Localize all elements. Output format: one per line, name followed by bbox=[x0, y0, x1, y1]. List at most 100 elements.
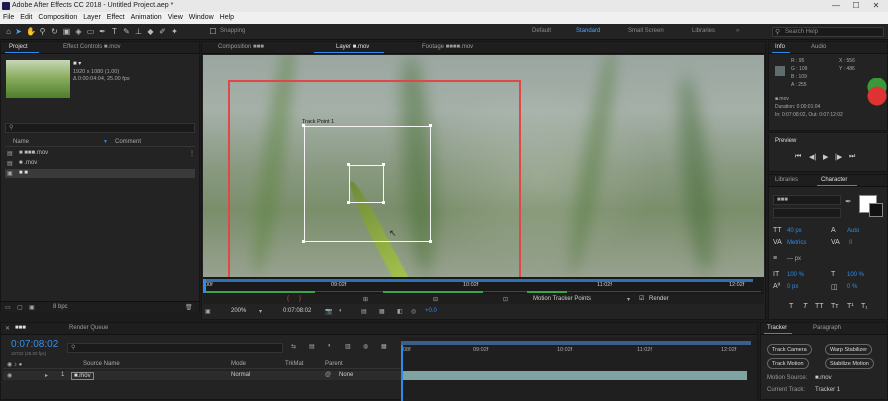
close-tab-icon[interactable]: ✕ bbox=[5, 325, 10, 332]
pen-tool-icon[interactable]: ✒ bbox=[98, 27, 107, 37]
vertical-scale-value[interactable]: 100 % bbox=[787, 272, 804, 278]
workspace-libraries[interactable]: Libraries bbox=[692, 28, 715, 34]
roto-tool-icon[interactable]: ✐ bbox=[158, 27, 167, 37]
list-item[interactable]: ▣ ■ ■ bbox=[5, 169, 195, 178]
in-point-icon[interactable]: { bbox=[287, 296, 289, 302]
style-subscript-button[interactable]: T₁ bbox=[861, 303, 868, 310]
tab-audio[interactable]: Audio bbox=[811, 44, 826, 50]
flowchart-icon[interactable]: ⋮ bbox=[189, 150, 195, 157]
style-allcaps-button[interactable]: TT bbox=[815, 303, 824, 310]
stabilize-motion-button[interactable]: Stabilize Motion bbox=[825, 358, 874, 369]
motion-source-select[interactable]: ■.mov bbox=[815, 375, 832, 381]
stroke-width-value[interactable]: — px bbox=[787, 256, 801, 262]
region-handle[interactable] bbox=[382, 201, 385, 204]
kerning-value[interactable]: Metrics bbox=[787, 240, 806, 246]
tab-composition[interactable]: Composition ■■■ bbox=[218, 44, 264, 50]
tracking-value[interactable]: 0 bbox=[849, 240, 852, 246]
column-mode[interactable]: Mode bbox=[231, 361, 246, 367]
menu-layer[interactable]: Layer bbox=[83, 12, 101, 24]
delete-icon[interactable]: 🗑 bbox=[185, 304, 193, 311]
exposure-value[interactable]: +0.0 bbox=[425, 308, 437, 314]
list-item[interactable]: ▤ ■ .mov bbox=[5, 159, 195, 168]
motion-blur-icon[interactable]: ◍ bbox=[363, 343, 368, 350]
workspace-default[interactable]: Default bbox=[532, 28, 551, 34]
timeline-timecode[interactable]: 0:07:08:02 bbox=[11, 339, 58, 350]
next-frame-icon[interactable]: |▶ bbox=[835, 153, 842, 161]
project-item-name[interactable]: ■ ▾ bbox=[73, 60, 81, 67]
track-camera-button[interactable]: Track Camera bbox=[767, 344, 812, 355]
snapping-checkbox[interactable]: ☐ bbox=[208, 27, 218, 37]
parent-pickwhip-icon[interactable]: @ bbox=[325, 372, 331, 378]
ripple-icon[interactable]: ⊞ bbox=[363, 296, 368, 303]
extract-icon[interactable]: ⊡ bbox=[503, 296, 508, 303]
home-icon[interactable]: ⌂ bbox=[4, 27, 13, 37]
timeline-graph[interactable]: 08f 09:02f 10:02f 11:02f 12:02f bbox=[401, 337, 757, 401]
rectangle-tool-icon[interactable]: ▭ bbox=[86, 27, 95, 37]
workspace-standard[interactable]: Standard bbox=[576, 28, 600, 34]
track-feature-region[interactable] bbox=[349, 165, 384, 203]
previous-frame-icon[interactable]: ◀| bbox=[809, 153, 816, 161]
column-comment[interactable]: Comment bbox=[115, 139, 141, 145]
eraser-tool-icon[interactable]: ◆ bbox=[146, 27, 155, 37]
tab-render-queue[interactable]: Render Queue bbox=[69, 325, 108, 331]
column-source-name[interactable]: Source Name bbox=[83, 361, 120, 367]
region-handle[interactable] bbox=[347, 201, 350, 204]
column-trkmat[interactable]: TrkMat bbox=[285, 361, 303, 367]
region-handle[interactable] bbox=[347, 163, 350, 166]
first-frame-icon[interactable]: ⏮ bbox=[795, 153, 801, 161]
baseline-value[interactable]: 0 px bbox=[787, 284, 798, 290]
bpc-label[interactable]: 8 bpc bbox=[53, 304, 68, 310]
show-snapshot-icon[interactable]: ◐ bbox=[339, 308, 343, 314]
new-comp-icon[interactable]: ▣ bbox=[29, 304, 35, 311]
new-folder-icon[interactable]: ▢ bbox=[17, 304, 23, 311]
layer-name[interactable]: ■.mov bbox=[71, 372, 94, 380]
tsume-value[interactable]: 0 % bbox=[847, 284, 857, 290]
snapshot-icon[interactable]: 📷 bbox=[325, 308, 332, 315]
last-frame-icon[interactable]: ⏭ bbox=[849, 153, 855, 161]
track-motion-button[interactable]: Track Motion bbox=[767, 358, 809, 369]
layer-viewer-canvas[interactable]: Track Point 1 ↖ bbox=[203, 55, 764, 277]
transparency-grid-icon[interactable]: ▦ bbox=[379, 308, 385, 315]
font-style-select[interactable] bbox=[773, 208, 841, 218]
layer-parent-select[interactable]: None bbox=[339, 372, 353, 378]
clone-tool-icon[interactable]: ⊥ bbox=[134, 27, 143, 37]
layer-duration-bar[interactable] bbox=[401, 371, 747, 380]
table-row[interactable]: ◉ ▸ 1 ■.mov Normal @ None bbox=[3, 371, 401, 380]
timeline-search-field[interactable]: ⚲ bbox=[67, 343, 283, 353]
frame-blending-icon[interactable]: ▥ bbox=[345, 343, 351, 350]
eyedropper-icon[interactable]: ✒ bbox=[845, 197, 852, 206]
interpret-footage-icon[interactable]: ▭ bbox=[5, 304, 11, 311]
rotate-tool-icon[interactable]: ↻ bbox=[50, 27, 59, 37]
menu-help[interactable]: Help bbox=[220, 12, 234, 24]
render-checkbox[interactable]: ☑ bbox=[639, 295, 644, 302]
menu-composition[interactable]: Composition bbox=[38, 12, 77, 24]
visibility-eye-icon[interactable]: ◉ bbox=[7, 372, 12, 379]
horizontal-scale-value[interactable]: 100 % bbox=[847, 272, 864, 278]
region-handle[interactable] bbox=[302, 124, 305, 127]
layer-mode-select[interactable]: Normal bbox=[231, 372, 250, 378]
draft-3d-icon[interactable]: ▤ bbox=[309, 343, 315, 350]
chevron-down-icon[interactable]: ▾ bbox=[259, 308, 262, 315]
current-time-indicator[interactable] bbox=[401, 345, 403, 401]
region-handle[interactable] bbox=[382, 163, 385, 166]
sort-chevron-icon[interactable]: ▼ bbox=[103, 139, 108, 145]
column-name[interactable]: Name bbox=[13, 139, 29, 145]
tab-character[interactable]: Character bbox=[821, 177, 847, 183]
close-button[interactable]: ✕ bbox=[866, 0, 886, 12]
style-smallcaps-button[interactable]: Tт bbox=[831, 303, 838, 310]
type-tool-icon[interactable]: T bbox=[110, 27, 119, 37]
menu-window[interactable]: Window bbox=[189, 12, 214, 24]
search-help-field[interactable]: ⚲ Search Help bbox=[772, 27, 884, 37]
style-bold-button[interactable]: T bbox=[789, 303, 793, 310]
tab-composition-timeline[interactable]: ■■■ bbox=[15, 325, 26, 331]
stroke-color-swatch[interactable] bbox=[869, 203, 883, 217]
tab-footage[interactable]: Footage ■■■■.mov bbox=[422, 44, 473, 50]
project-search-field[interactable]: ⚲ bbox=[5, 123, 195, 133]
column-parent[interactable]: Parent bbox=[325, 361, 343, 367]
puppet-tool-icon[interactable]: ✦ bbox=[170, 27, 179, 37]
menu-file[interactable]: File bbox=[3, 12, 14, 24]
exposure-icon[interactable]: ◎ bbox=[411, 308, 416, 315]
chevron-down-icon[interactable]: ▾ bbox=[627, 296, 630, 303]
menu-effect[interactable]: Effect bbox=[107, 12, 125, 24]
leading-value[interactable]: Auto bbox=[847, 228, 859, 234]
